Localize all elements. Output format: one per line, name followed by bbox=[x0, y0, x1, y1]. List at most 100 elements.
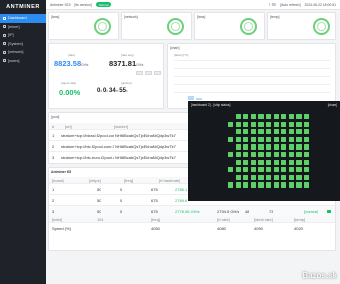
chip-status-cell bbox=[304, 159, 310, 165]
table-row: 3 50 0 675 2778.96 GH/s 2794.5 GH/s 48 7… bbox=[49, 205, 335, 216]
modal-title: [hashboard 2] - [chip status] bbox=[191, 102, 231, 107]
chip-status-cell bbox=[266, 114, 272, 120]
chip-status-cell bbox=[296, 136, 302, 142]
chip-status-cell bbox=[273, 167, 279, 173]
sidebar-item-label: [users] bbox=[8, 58, 20, 63]
chip-status-cell bbox=[273, 144, 279, 150]
speed-row: Speed (%) 4050 4080 4090 4020 bbox=[49, 222, 335, 233]
temp-in: 48 bbox=[245, 208, 250, 214]
chip-status-cell bbox=[304, 136, 310, 142]
panel-label: Antminer K5 bbox=[51, 169, 72, 174]
ip-icon bbox=[3, 33, 6, 37]
sidebar-item-label: Dashboard bbox=[8, 16, 27, 21]
chip-status-cell bbox=[235, 136, 241, 142]
watermark: Bazos.sk bbox=[302, 271, 337, 280]
chip-status-cell bbox=[243, 129, 249, 135]
chip-status-cell bbox=[258, 129, 264, 135]
chip-status-cell bbox=[228, 121, 234, 127]
rt-hashrate-value: 8823.58GH/s bbox=[54, 59, 88, 68]
sidebar-item-users[interactable]: [users] bbox=[0, 57, 46, 66]
chip-status-cell bbox=[228, 152, 234, 158]
uptime-minutes: 34 bbox=[109, 88, 116, 94]
chip-status-cell bbox=[235, 182, 241, 188]
status-ring-icon bbox=[167, 18, 184, 35]
sidebar-item-dashboard[interactable]: Dashboard bbox=[0, 14, 46, 23]
sidebar-item-network[interactable]: [network] bbox=[0, 48, 46, 57]
avg-hashrate-label: [rate avg] bbox=[121, 53, 134, 57]
chip-grid bbox=[228, 114, 340, 198]
sidebar-item-miner[interactable]: [miner] bbox=[0, 23, 46, 32]
status-ring-icon bbox=[240, 18, 257, 35]
chip-status-cell bbox=[235, 159, 241, 165]
chip-status-cell bbox=[296, 174, 302, 180]
network-panel: [network] bbox=[121, 12, 192, 40]
chart-bar bbox=[188, 96, 194, 100]
chip-status-cell bbox=[228, 136, 234, 142]
pool-url: stratum+tcp://btc.f2pool.com:3333 bbox=[61, 143, 114, 149]
chip-placeholder bbox=[154, 71, 161, 75]
chip-status-cell bbox=[288, 144, 294, 150]
chip-status-cell bbox=[250, 167, 256, 173]
board-number: 3 bbox=[52, 208, 55, 214]
chip-placeholder bbox=[136, 71, 143, 75]
chip-status-cell bbox=[235, 167, 241, 173]
sidebar-item-ip[interactable]: [IP] bbox=[0, 31, 46, 40]
chip-status-cell bbox=[258, 182, 264, 188]
freq-extra: 675 bbox=[151, 208, 158, 214]
chip-status-cell bbox=[243, 144, 249, 150]
freq-extra: 675 bbox=[151, 197, 158, 203]
pool-url: stratum+tcp://btc-euro.f2pool.com:3333 bbox=[61, 154, 114, 160]
avg-hashrate-value: 8371.81GH/s bbox=[109, 59, 143, 68]
auto-refresh-toggle[interactable] bbox=[269, 2, 277, 7]
chip-status-cell bbox=[266, 152, 272, 158]
chip-status-cell bbox=[266, 121, 272, 127]
chip-status-cell bbox=[296, 129, 302, 135]
sidebar-item-system[interactable]: [System] bbox=[0, 40, 46, 49]
chip-status-cell bbox=[281, 182, 287, 188]
status-badge: Normal bbox=[95, 1, 112, 8]
system-icon bbox=[3, 42, 6, 46]
modal-close-button[interactable]: [close] bbox=[328, 103, 337, 107]
total-chips: 151 bbox=[97, 216, 104, 222]
chip-status-cell bbox=[243, 152, 249, 158]
rt-hashrate: 2778.96 GH/s bbox=[175, 208, 200, 214]
chip-status-cell bbox=[288, 129, 294, 135]
chip-status-cell bbox=[250, 182, 256, 188]
panel-label: [fans] bbox=[197, 14, 206, 19]
chip-status-cell bbox=[266, 167, 272, 173]
chip-status-cell bbox=[296, 152, 302, 158]
chip-status-cell bbox=[235, 114, 241, 120]
panel-label: [network] bbox=[124, 14, 138, 19]
chip-status-cell bbox=[281, 159, 287, 165]
chip-status-cell bbox=[235, 152, 241, 158]
pool-index: 3 bbox=[52, 154, 55, 160]
chip-status-cell bbox=[250, 136, 256, 142]
chip-status-cell bbox=[235, 121, 241, 127]
chip-status-cell bbox=[228, 182, 234, 188]
temp-panel: [temp] bbox=[267, 12, 336, 40]
firmware-version: [fw version] bbox=[74, 2, 92, 7]
chart-legend: [GH/s] [°C] bbox=[174, 53, 189, 57]
fans-panel-2: [fans] bbox=[194, 12, 265, 40]
chip-status-cell bbox=[281, 152, 287, 158]
header-cell: [worker] bbox=[114, 123, 129, 129]
speed-value: 4020 bbox=[294, 225, 303, 231]
chip-status-cell bbox=[296, 144, 302, 150]
board-number: 1 bbox=[52, 186, 55, 192]
chip-status-cell bbox=[258, 159, 264, 165]
chip-status-cell bbox=[243, 159, 249, 165]
chip-status-cell bbox=[250, 129, 256, 135]
chip-status-cell bbox=[235, 129, 241, 135]
chip-placeholder bbox=[145, 71, 152, 75]
chip-status-cell bbox=[258, 136, 264, 142]
datetime: 2024-06-22 18:00:51 bbox=[304, 2, 336, 7]
board-number: 2 bbox=[52, 197, 55, 203]
modal-header: [hashboard 2] - [chip status] [close] bbox=[188, 101, 340, 108]
temp-out: 73 bbox=[269, 208, 274, 214]
chip-status-cell bbox=[281, 129, 287, 135]
sidebar: ANTMINER Dashboard [miner] [IP] [System]… bbox=[0, 0, 46, 284]
auto-refresh-label: [Auto refresh] bbox=[280, 2, 301, 7]
reject-rate-label: [reject rate] bbox=[61, 81, 77, 85]
chip-status-cell bbox=[250, 114, 256, 120]
chip-status-cell bbox=[258, 167, 264, 173]
